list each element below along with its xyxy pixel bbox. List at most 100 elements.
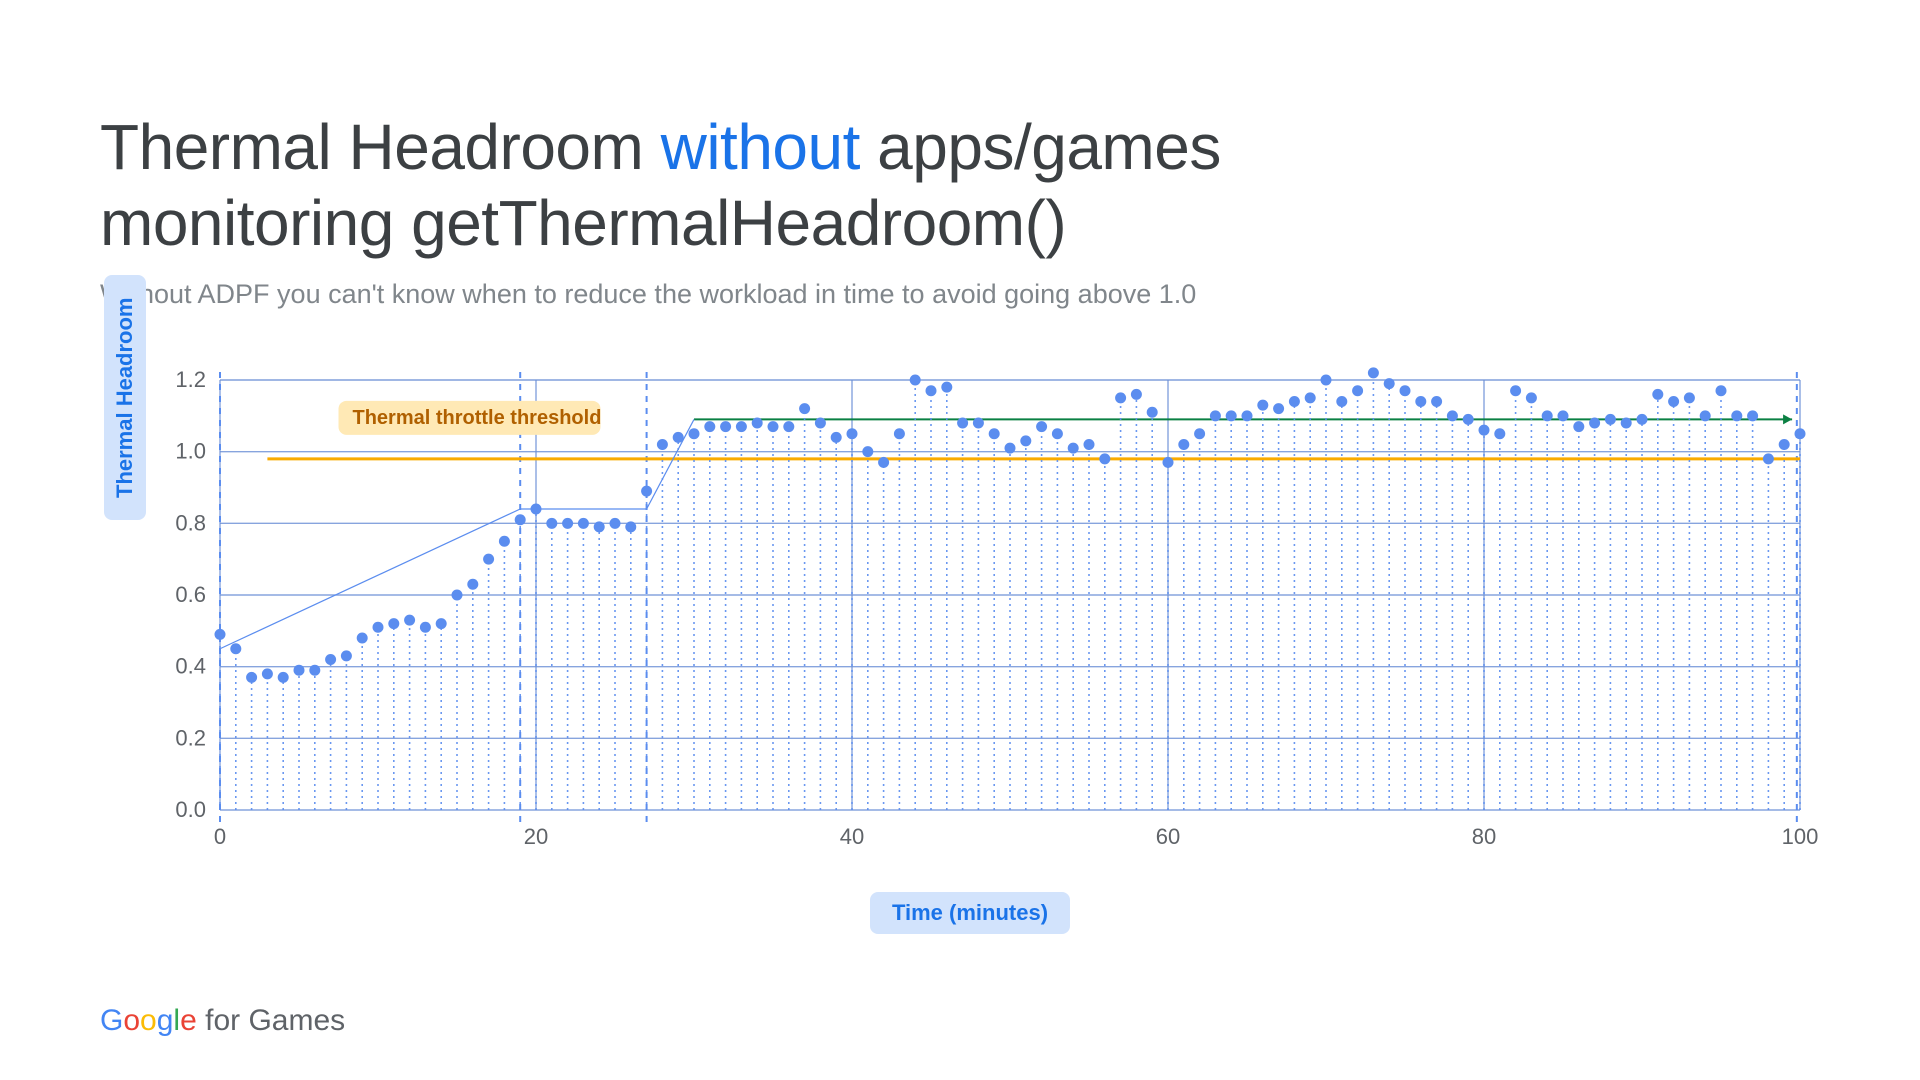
data-point bbox=[1163, 457, 1174, 468]
data-point bbox=[1795, 428, 1806, 439]
data-point bbox=[657, 439, 668, 450]
data-point bbox=[467, 579, 478, 590]
trend-arrowhead bbox=[1783, 414, 1792, 424]
data-point bbox=[910, 375, 921, 386]
x-axis-label: Time (minutes) bbox=[870, 892, 1070, 934]
data-point bbox=[1068, 443, 1079, 454]
title-line2: monitoring getThermalHeadroom() bbox=[100, 187, 1066, 259]
data-point bbox=[878, 457, 889, 468]
footer-brand: Google for Games bbox=[100, 1004, 345, 1038]
data-point bbox=[1510, 385, 1521, 396]
data-point bbox=[1779, 439, 1790, 450]
data-point bbox=[1763, 453, 1774, 464]
data-point bbox=[246, 672, 257, 683]
data-point bbox=[388, 618, 399, 629]
data-point bbox=[1479, 425, 1490, 436]
data-point bbox=[720, 421, 731, 432]
chart-container: Thermal Headroom 0.00.20.40.60.81.01.202… bbox=[120, 350, 1820, 934]
x-tick-label: 40 bbox=[840, 824, 864, 849]
y-tick-label: 0.6 bbox=[175, 582, 206, 607]
y-tick-label: 0.4 bbox=[175, 654, 206, 679]
data-point bbox=[1558, 410, 1569, 421]
data-point bbox=[594, 521, 605, 532]
data-point bbox=[452, 590, 463, 601]
data-point bbox=[1589, 418, 1600, 429]
data-point bbox=[1463, 414, 1474, 425]
data-point bbox=[325, 654, 336, 665]
data-point bbox=[831, 432, 842, 443]
title-accent: without bbox=[661, 111, 860, 183]
x-tick-label: 100 bbox=[1782, 824, 1819, 849]
title-part2: apps/games bbox=[860, 111, 1221, 183]
chart-svg: 0.00.20.40.60.81.01.2020406080100Thermal… bbox=[120, 350, 1820, 870]
data-point bbox=[1005, 443, 1016, 454]
y-tick-label: 1.0 bbox=[175, 439, 206, 464]
data-point bbox=[1368, 367, 1379, 378]
data-point bbox=[357, 633, 368, 644]
data-point bbox=[1415, 396, 1426, 407]
data-point bbox=[1637, 414, 1648, 425]
data-point bbox=[1131, 389, 1142, 400]
data-point bbox=[989, 428, 1000, 439]
data-point bbox=[1194, 428, 1205, 439]
y-tick-label: 1.2 bbox=[175, 367, 206, 392]
data-point bbox=[1242, 410, 1253, 421]
y-axis-label-wrap: Thermal Headroom bbox=[104, 276, 146, 521]
data-point bbox=[546, 518, 557, 529]
data-point bbox=[483, 554, 494, 565]
data-point bbox=[1431, 396, 1442, 407]
data-point bbox=[294, 665, 305, 676]
data-point bbox=[1494, 428, 1505, 439]
data-point bbox=[973, 418, 984, 429]
data-point bbox=[768, 421, 779, 432]
google-logo: Google bbox=[100, 1004, 205, 1037]
y-tick-label: 0.8 bbox=[175, 510, 206, 535]
data-point bbox=[641, 486, 652, 497]
data-point bbox=[1289, 396, 1300, 407]
data-point bbox=[1147, 407, 1158, 418]
data-point bbox=[1731, 410, 1742, 421]
data-point bbox=[815, 418, 826, 429]
footer-suffix: for Games bbox=[205, 1004, 345, 1037]
data-point bbox=[689, 428, 700, 439]
data-point bbox=[926, 385, 937, 396]
data-point bbox=[1321, 375, 1332, 386]
guide-line bbox=[220, 509, 520, 649]
data-point bbox=[515, 514, 526, 525]
data-point bbox=[1226, 410, 1237, 421]
data-point bbox=[1052, 428, 1063, 439]
data-point bbox=[1542, 410, 1553, 421]
data-point bbox=[578, 518, 589, 529]
data-point bbox=[1336, 396, 1347, 407]
data-point bbox=[1352, 385, 1363, 396]
data-point bbox=[1747, 410, 1758, 421]
data-point bbox=[230, 643, 241, 654]
data-point bbox=[1020, 435, 1031, 446]
data-point bbox=[783, 421, 794, 432]
data-point bbox=[799, 403, 810, 414]
data-point bbox=[1273, 403, 1284, 414]
slide-subtitle: Without ADPF you can't know when to redu… bbox=[100, 279, 1820, 310]
y-tick-label: 0.2 bbox=[175, 725, 206, 750]
data-point bbox=[1036, 421, 1047, 432]
x-tick-label: 80 bbox=[1472, 824, 1496, 849]
data-point bbox=[1210, 410, 1221, 421]
data-point bbox=[1716, 385, 1727, 396]
data-point bbox=[436, 618, 447, 629]
data-point bbox=[278, 672, 289, 683]
x-tick-label: 20 bbox=[524, 824, 548, 849]
data-point bbox=[1621, 418, 1632, 429]
data-point bbox=[562, 518, 573, 529]
data-point bbox=[373, 622, 384, 633]
data-point bbox=[1257, 400, 1268, 411]
data-point bbox=[1115, 392, 1126, 403]
data-point bbox=[736, 421, 747, 432]
y-tick-label: 0.0 bbox=[175, 797, 206, 822]
data-point bbox=[1605, 414, 1616, 425]
data-point bbox=[625, 521, 636, 532]
data-point bbox=[1099, 453, 1110, 464]
data-point bbox=[499, 536, 510, 547]
slide-title: Thermal Headroom without apps/games moni… bbox=[100, 110, 1820, 261]
data-point bbox=[1526, 392, 1537, 403]
data-point bbox=[1384, 378, 1395, 389]
